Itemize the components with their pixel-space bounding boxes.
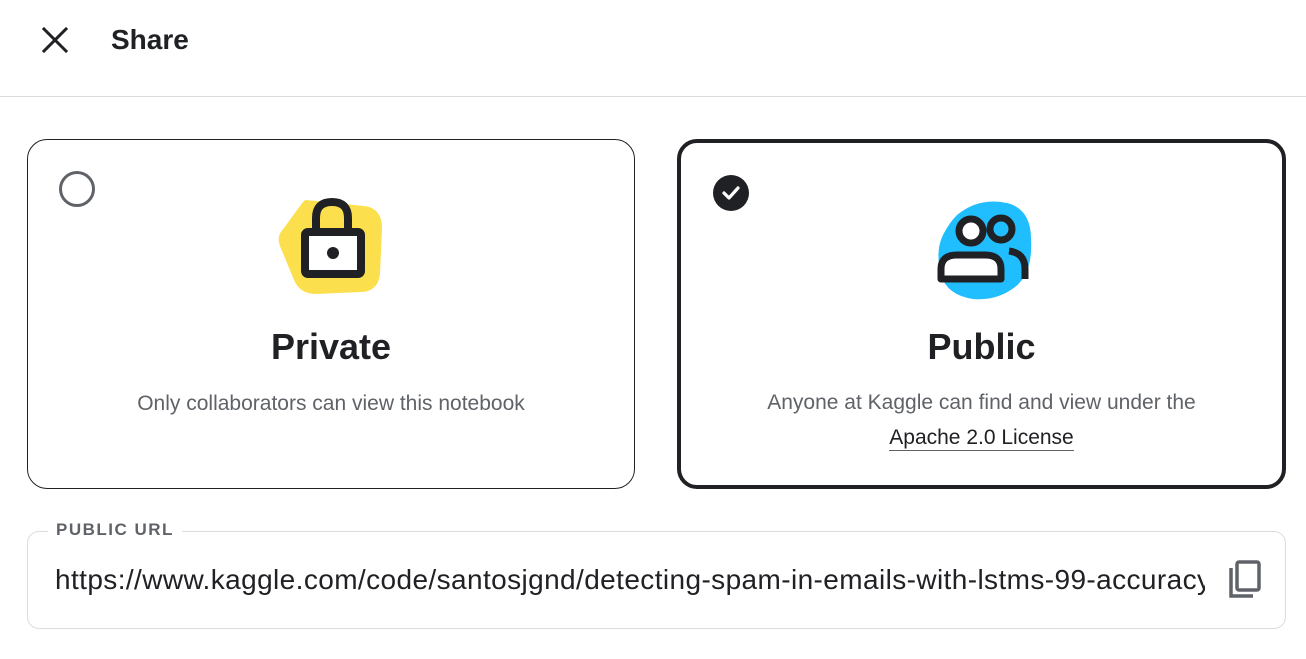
apache-license-link[interactable]: Apache 2.0 License	[889, 426, 1074, 451]
public-description: Anyone at Kaggle can find and view under…	[767, 391, 1196, 414]
copy-url-button[interactable]	[1222, 558, 1266, 602]
lock-icon	[278, 197, 382, 294]
public-url-input[interactable]	[55, 560, 1205, 600]
private-description: Only collaborators can view this noteboo…	[137, 392, 525, 415]
close-icon	[41, 26, 69, 54]
private-title: Private	[270, 326, 392, 367]
public-url-label: PUBLIC URL	[48, 519, 182, 541]
public-description-block: Anyone at Kaggle can find and view under…	[711, 385, 1252, 455]
copy-icon	[1229, 560, 1261, 598]
public-url-field: PUBLIC URL	[27, 519, 1286, 629]
public-radio-button[interactable]	[713, 175, 749, 211]
dialog-header: Share	[0, 0, 1306, 97]
private-radio-button[interactable]	[59, 171, 95, 207]
people-icon	[937, 201, 1031, 300]
private-option-card[interactable]: Private Only collaborators can view this…	[27, 139, 635, 489]
dialog-title: Share	[111, 24, 189, 55]
public-option-card[interactable]: Public Anyone at Kaggle can find and vie…	[677, 139, 1286, 489]
close-button[interactable]	[33, 18, 77, 62]
public-title: Public	[927, 326, 1036, 367]
checkmark-icon	[722, 186, 740, 200]
